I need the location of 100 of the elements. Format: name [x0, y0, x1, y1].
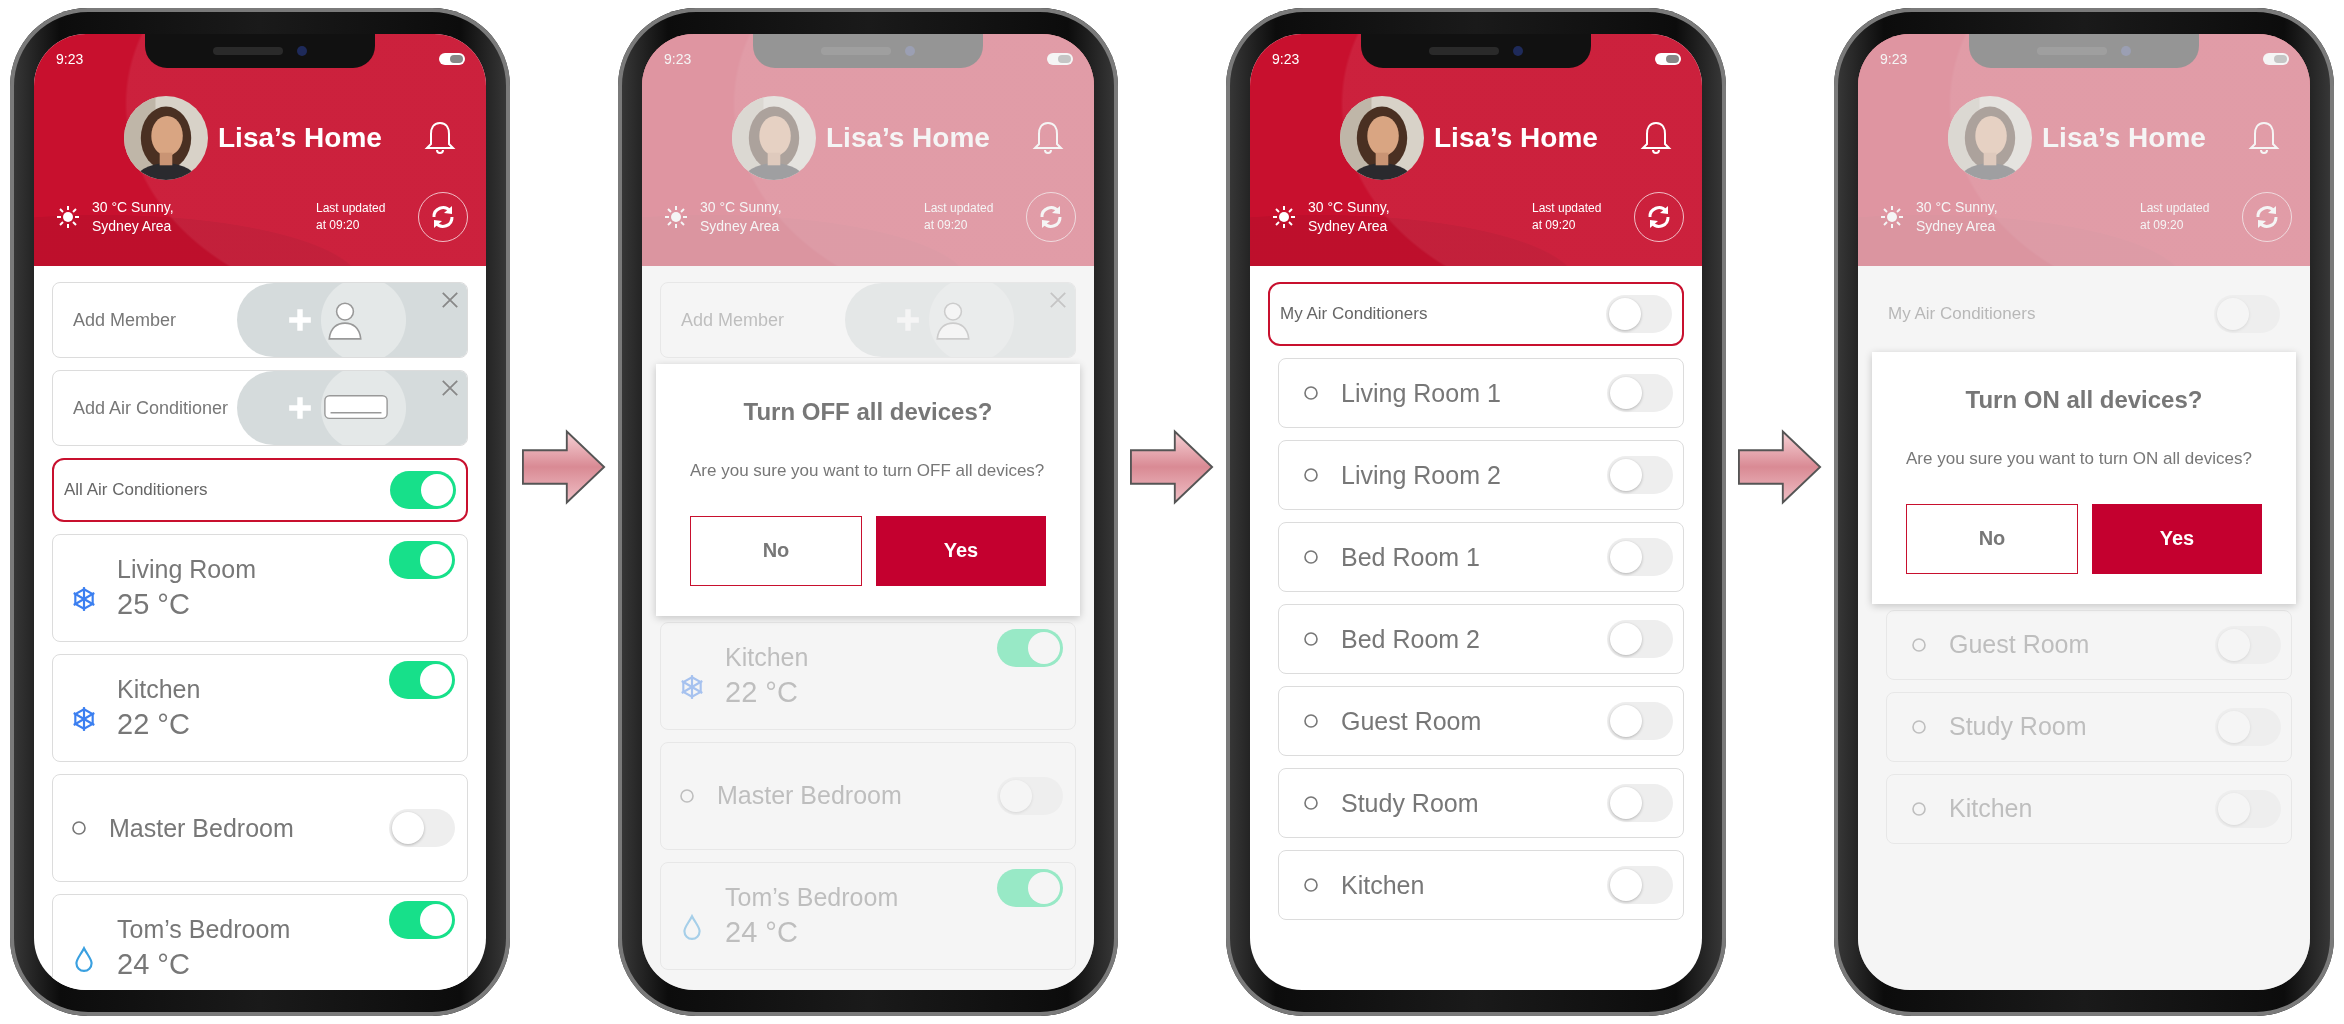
arrow-icon — [1130, 427, 1214, 507]
device-name: Kitchen — [117, 675, 202, 704]
weather-text: 30 °C Sunny, Sydney Area — [1308, 198, 1391, 236]
toggle-switch[interactable] — [1607, 374, 1673, 412]
sun-icon — [664, 205, 688, 229]
toggle-switch[interactable] — [1607, 538, 1673, 576]
room-card[interactable]: Bed Room 1 — [1278, 522, 1684, 592]
close-icon[interactable] — [441, 291, 459, 309]
weather-text: 30 °C Sunny, Sydney Area — [700, 198, 783, 236]
circle-icon — [1303, 385, 1319, 401]
battery-icon — [1046, 52, 1076, 66]
room-card[interactable]: Bed Room 2 — [1278, 604, 1684, 674]
toggle-switch[interactable] — [389, 901, 455, 939]
status-time: 9:23 — [1880, 51, 1908, 67]
last-updated-text: Last updated at 09:20 — [316, 200, 387, 234]
room-name: Bed Room 2 — [1341, 624, 1481, 654]
toggle-switch[interactable] — [389, 661, 455, 699]
last-updated-text: Last updated at 09:20 — [2140, 200, 2211, 234]
home-title: Lisa’s Home — [826, 122, 990, 154]
room-card[interactable]: Living Room 2 — [1278, 440, 1684, 510]
add-card[interactable]: Add Member — [52, 282, 468, 358]
refresh-button[interactable] — [1634, 192, 1684, 242]
room-name: Bed Room 1 — [1341, 542, 1481, 572]
toggle-switch[interactable] — [1607, 866, 1673, 904]
arrow-icon — [522, 427, 606, 507]
device-name: Master Bedroom — [109, 813, 295, 843]
circle-icon — [71, 820, 87, 836]
notification-bell-icon[interactable] — [1640, 120, 1672, 156]
last-updated-text: Last updated at 09:20 — [1532, 200, 1603, 234]
room-card[interactable]: Guest Room — [1278, 686, 1684, 756]
weather-text: 30 °C Sunny, Sydney Area — [1916, 198, 1999, 236]
toggle-switch[interactable] — [997, 868, 1063, 907]
add-label: Add Member — [73, 309, 178, 331]
toggle-switch[interactable] — [1606, 295, 1672, 333]
toggle-switch[interactable] — [1607, 620, 1673, 658]
confirm-button[interactable]: Yes — [876, 515, 1046, 586]
status-time: 9:23 — [664, 51, 692, 67]
toggle-switch[interactable] — [1607, 456, 1673, 494]
row-label: My Air Conditioners — [1888, 304, 2036, 324]
cancel-button[interactable]: No — [1906, 503, 2078, 574]
device-card[interactable]: Master Bedroom — [52, 774, 468, 882]
battery-icon — [438, 52, 468, 66]
circle-icon — [1303, 631, 1319, 647]
room-card[interactable]: Living Room 1 — [1278, 358, 1684, 428]
home-title: Lisa’s Home — [2042, 122, 2206, 154]
room-name: Living Room 1 — [1341, 378, 1502, 408]
confirm-button[interactable]: Yes — [2092, 503, 2262, 574]
toggle-switch[interactable] — [389, 541, 455, 579]
toggle-switch[interactable] — [389, 809, 455, 847]
dialog-title: Turn OFF all devices? — [742, 398, 994, 426]
circle-icon — [1303, 467, 1319, 483]
circle-icon — [1911, 636, 1927, 653]
sun-icon — [1880, 205, 1904, 229]
circle-icon — [679, 787, 695, 804]
temperature-text: 24 °C — [117, 948, 191, 981]
device-name: Tom’s Bedroom — [117, 915, 292, 944]
last-updated-text: Last updated at 09:20 — [924, 200, 995, 234]
sun-icon — [1272, 205, 1296, 229]
refresh-button[interactable] — [418, 192, 468, 242]
toggle-switch[interactable] — [390, 471, 456, 509]
circle-icon — [1911, 800, 1927, 817]
arrow-icon — [1738, 427, 1822, 507]
snowflake-icon — [71, 586, 97, 612]
row-label: My Air Conditioners — [1280, 304, 1428, 324]
device-name: Living Room — [117, 555, 257, 584]
circle-icon — [1303, 549, 1319, 565]
device-card[interactable]: Living Room 25 °C — [52, 534, 468, 642]
close-icon[interactable] — [1049, 291, 1067, 309]
toggle-switch[interactable] — [997, 628, 1063, 667]
battery-icon — [1654, 52, 1684, 66]
room-name: Living Room 2 — [1341, 460, 1502, 490]
home-title: Lisa’s Home — [1434, 122, 1598, 154]
sun-icon — [56, 205, 80, 229]
add-card[interactable]: Add Air Conditioner — [52, 370, 468, 446]
circle-icon — [1303, 795, 1319, 811]
cancel-button[interactable]: No — [690, 515, 862, 586]
device-card[interactable]: Tom’s Bedroom 24 °C — [52, 894, 468, 990]
room-name: Study Room — [1341, 788, 1480, 818]
circle-icon — [1911, 718, 1927, 735]
add-label: Add Air Conditioner — [73, 397, 230, 419]
close-icon[interactable] — [441, 379, 459, 397]
row-label: All Air Conditioners — [64, 480, 208, 500]
plus-icon — [287, 307, 313, 333]
room-card[interactable]: Study Room — [1278, 768, 1684, 838]
home-title: Lisa’s Home — [218, 122, 382, 154]
circle-icon — [1303, 713, 1319, 729]
toggle-switch[interactable] — [1607, 784, 1673, 822]
dialog-message: Are you sure you want to turn ON all devices? — [1906, 448, 2253, 470]
status-time: 9:23 — [1272, 51, 1300, 67]
room-card[interactable]: Kitchen — [1278, 850, 1684, 920]
device-card[interactable]: Kitchen 22 °C — [52, 654, 468, 762]
plus-icon — [287, 395, 313, 421]
snowflake-icon — [679, 673, 705, 700]
dialog-message: Are you sure you want to turn OFF all devices? — [690, 460, 1046, 482]
temperature-text: 22 °C — [117, 708, 191, 741]
dialog-title: Turn ON all devices? — [1964, 386, 2204, 414]
circle-icon — [1303, 877, 1319, 893]
notification-bell-icon[interactable] — [424, 120, 456, 156]
temperature-text: 25 °C — [117, 588, 191, 621]
toggle-switch[interactable] — [1607, 702, 1673, 740]
